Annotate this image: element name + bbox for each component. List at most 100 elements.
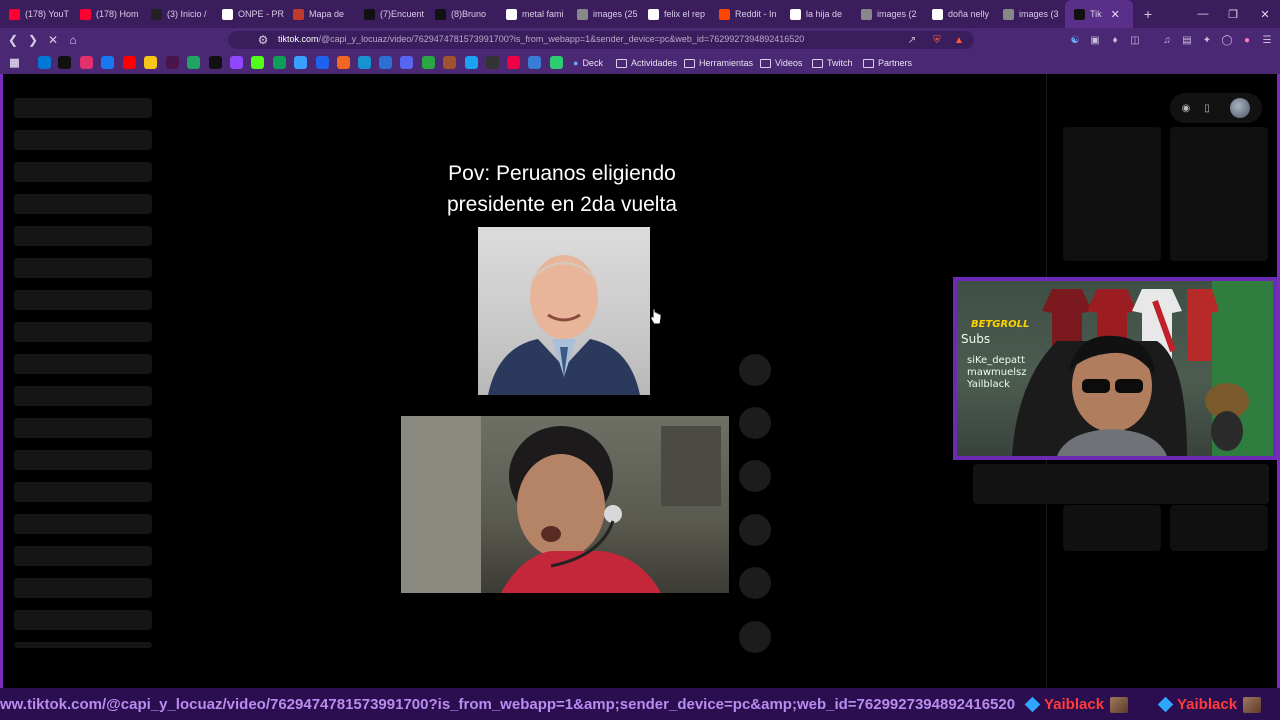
browser-tab[interactable]: (178) YouT <box>0 0 71 28</box>
browser-tab[interactable]: Reddit - In <box>710 0 781 28</box>
menu-icon[interactable]: ☰ <box>1260 33 1274 47</box>
bookmark-folder-actividades[interactable]: Actividades <box>616 56 677 70</box>
browser-tab[interactable]: metal fami <box>497 0 568 28</box>
suggested-tile[interactable] <box>1170 127 1268 261</box>
bookmark-label: Twitch <box>827 58 853 68</box>
puzzle-icon[interactable]: ♦ <box>1108 33 1122 47</box>
address-url[interactable]: tiktok.com/@capi_y_locuaz/video/76294747… <box>278 34 804 44</box>
compass-icon[interactable]: ◉ <box>1178 100 1194 116</box>
outlook-icon[interactable] <box>38 56 51 69</box>
restore-icon[interactable]: ❐ <box>1218 0 1248 28</box>
butterfly-icon[interactable] <box>550 56 563 69</box>
save-button[interactable] <box>739 460 771 492</box>
bookmark-folder-partners[interactable]: Partners <box>863 56 912 70</box>
tiktok-icon[interactable] <box>58 56 71 69</box>
notes-icon[interactable] <box>144 56 157 69</box>
browser-tab[interactable]: Mapa de <box>284 0 355 28</box>
browser-tab[interactable]: (8)Bruno <box>426 0 497 28</box>
browser-tab[interactable]: la hija de <box>781 0 852 28</box>
browser-tab[interactable]: images (25 <box>568 0 639 28</box>
map-icon <box>293 8 304 20</box>
extension-a-icon[interactable]: ▣ <box>1088 33 1102 47</box>
anchor-icon[interactable] <box>379 56 392 69</box>
archive-icon[interactable] <box>443 56 456 69</box>
new-tab-button[interactable]: + <box>1137 6 1159 22</box>
tab-label: images (2 <box>877 9 917 19</box>
browser-tab[interactable]: Tik ✕ <box>1065 0 1133 28</box>
deck-app-icon[interactable] <box>528 56 541 69</box>
browser-tab[interactable]: images (2 <box>852 0 923 28</box>
home-icon[interactable]: ⌂ <box>63 28 83 52</box>
tab-label: Tik <box>1090 9 1102 19</box>
kick-icon[interactable] <box>251 56 264 69</box>
translate-icon[interactable]: ☯ <box>1068 33 1082 47</box>
suggested-tile[interactable] <box>1170 505 1268 551</box>
docker-icon[interactable] <box>316 56 329 69</box>
screen: (178) YouT (178) Hom (3) Inicio / ONPE - PR… <box>0 0 1280 720</box>
skeleton-bar <box>14 642 152 648</box>
wallet-icon[interactable]: ▤ <box>1180 33 1194 47</box>
vpn-icon[interactable]: ◯ <box>1220 33 1234 47</box>
sidebar-icon[interactable]: ◫ <box>1128 33 1142 47</box>
leo-ai-icon[interactable]: ✦ <box>1200 33 1214 47</box>
skeleton-bar <box>14 418 152 438</box>
bird-icon[interactable] <box>465 56 478 69</box>
profile-icon[interactable]: ● <box>1240 33 1254 47</box>
suggested-tile[interactable] <box>1063 127 1161 261</box>
alert-icon[interactable]: ▲ <box>952 33 966 47</box>
chat-icon[interactable] <box>422 56 435 69</box>
bookmark-folder-videos[interactable]: Videos <box>760 56 802 70</box>
back-icon[interactable]: ❮ <box>3 28 23 52</box>
tab-strip: (178) YouT (178) Hom (3) Inicio / ONPE - PR… <box>0 0 1280 28</box>
r-icon[interactable] <box>507 56 520 69</box>
bookmark-deck[interactable]: ● Deck <box>573 56 603 70</box>
browser-tab[interactable]: (178) Hom <box>71 0 142 28</box>
avatar[interactable] <box>1230 98 1250 118</box>
share-icon[interactable]: ↗ <box>905 33 919 47</box>
browser-tab[interactable]: (7)Encuent <box>355 0 426 28</box>
youtube-icon[interactable] <box>123 56 136 69</box>
arch-icon[interactable] <box>358 56 371 69</box>
url-host: tiktok.com <box>278 34 319 44</box>
cloud-icon[interactable] <box>294 56 307 69</box>
drive-icon[interactable] <box>187 56 200 69</box>
browser-tab[interactable]: felix el rep <box>639 0 710 28</box>
bookmark-folder-herramientas[interactable]: Herramientas <box>684 56 753 70</box>
more-button[interactable] <box>739 567 771 599</box>
browser-tab[interactable]: ONPE - PR <box>213 0 284 28</box>
site-info-icon[interactable]: ⚙ <box>253 28 273 52</box>
edge-icon[interactable] <box>273 56 286 69</box>
tab-label: metal fami <box>522 9 564 19</box>
browser-tab[interactable]: doña nelly <box>923 0 994 28</box>
close-window-icon[interactable]: ✕ <box>1250 0 1280 28</box>
bookmark-folder-twitch[interactable]: Twitch <box>812 56 853 70</box>
forward-icon[interactable]: ❯ <box>23 28 43 52</box>
shield-icon[interactable]: ⛨ <box>930 33 944 47</box>
share-button[interactable] <box>739 514 771 546</box>
phone-icon[interactable]: ▯ <box>1199 100 1215 116</box>
tiktok-icon <box>1074 8 1085 20</box>
discord-icon[interactable] <box>400 56 413 69</box>
like-button[interactable] <box>739 354 771 386</box>
close-tab-icon[interactable]: ✕ <box>1111 8 1120 21</box>
rss-icon[interactable] <box>337 56 350 69</box>
twitch-icon[interactable] <box>230 56 243 69</box>
facebook-icon[interactable] <box>101 56 114 69</box>
tab-label: (178) Hom <box>96 9 139 19</box>
globe-icon <box>577 8 588 20</box>
suggested-tile[interactable] <box>1063 505 1161 551</box>
apps-icon[interactable]: ▦ <box>8 56 21 69</box>
browser-tab[interactable]: images (3 <box>994 0 1065 28</box>
stop-loading-icon[interactable]: ✕ <box>43 28 63 52</box>
minimize-icon[interactable]: — <box>1188 0 1218 28</box>
skeleton-bar <box>14 98 152 118</box>
music-icon[interactable]: ♫ <box>1160 33 1174 47</box>
tab-label: images (25 <box>593 9 638 19</box>
instagram-icon[interactable] <box>80 56 93 69</box>
equalizer-icon[interactable] <box>486 56 499 69</box>
comment-button[interactable] <box>739 407 771 439</box>
slack-icon[interactable] <box>166 56 179 69</box>
music-disc-button[interactable] <box>739 621 771 653</box>
x-icon[interactable] <box>209 56 222 69</box>
browser-tab[interactable]: (3) Inicio / <box>142 0 213 28</box>
